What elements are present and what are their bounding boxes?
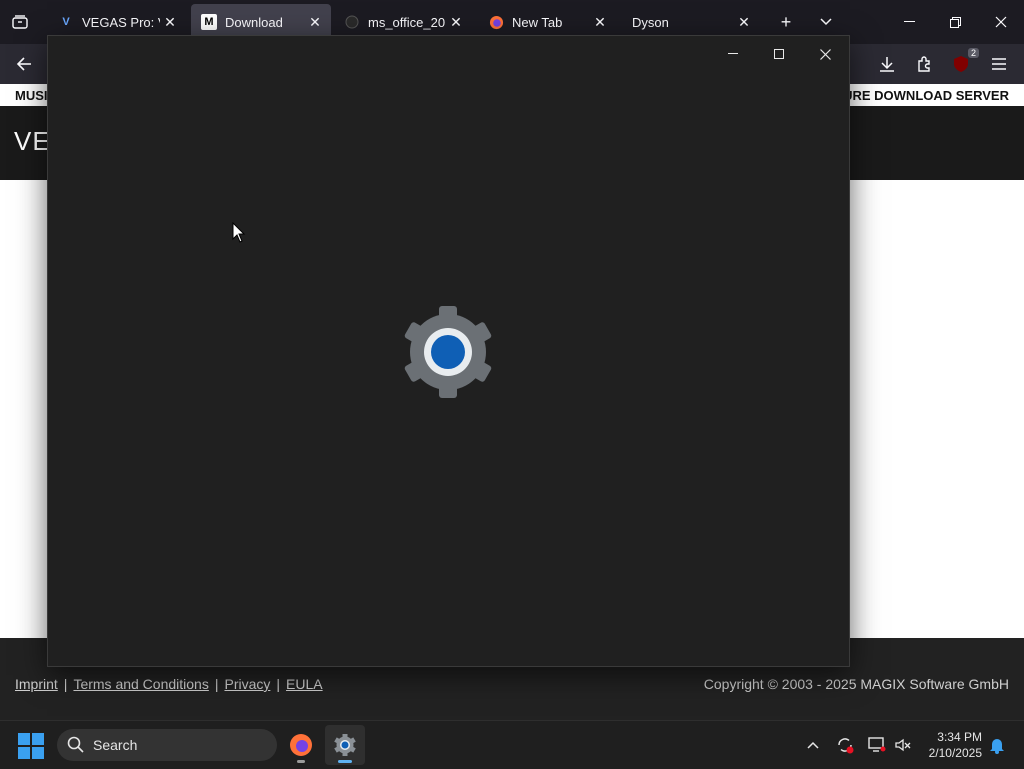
mouse-cursor-icon — [232, 222, 246, 243]
back-arrow-icon[interactable] — [10, 50, 38, 78]
close-browser-icon[interactable] — [978, 0, 1024, 44]
minimize-browser-icon[interactable] — [886, 0, 932, 44]
gear-center-dot — [431, 335, 465, 369]
close-tab-icon[interactable]: ✕ — [590, 14, 610, 31]
vegas-favicon-icon: V — [62, 16, 70, 28]
footer-links: Imprint | Terms and Conditions | Privacy | EUL… — [15, 676, 323, 692]
close-tab-icon[interactable]: ✕ — [734, 14, 754, 31]
gear-icon — [404, 306, 492, 398]
tab-overview-icon[interactable] — [6, 8, 34, 36]
app-running-indicator — [297, 760, 305, 763]
close-tab-icon[interactable]: ✕ — [160, 14, 180, 31]
network-status-icon[interactable] — [866, 733, 888, 757]
ublock-origin-icon[interactable]: 2 — [947, 48, 979, 78]
settings-gear-icon — [334, 734, 356, 756]
close-window-icon[interactable] — [802, 38, 848, 70]
clock-time: 3:34 PM — [937, 730, 982, 744]
clock-date: 2/10/2025 — [928, 746, 982, 760]
taskbar-search-box[interactable]: Search — [57, 729, 277, 761]
github-icon — [344, 14, 360, 30]
firefox-icon — [290, 734, 312, 756]
imprint-link[interactable]: Imprint — [15, 676, 58, 692]
firefox-icon — [488, 14, 504, 30]
extension-badge-count: 2 — [967, 48, 979, 58]
settings-splash-window — [47, 35, 850, 667]
search-placeholder: Search — [93, 737, 138, 753]
tab-title: Dyson — [632, 14, 669, 30]
search-icon — [67, 736, 84, 753]
downloads-icon[interactable] — [873, 50, 901, 78]
notification-bell-icon[interactable] — [986, 733, 1008, 757]
sync-alert-icon[interactable] — [834, 733, 856, 757]
app-active-indicator — [338, 760, 352, 763]
windows-start-icon[interactable] — [18, 733, 44, 759]
tab-title: Download — [225, 14, 283, 30]
hamburger-menu-icon[interactable] — [985, 50, 1013, 78]
tab-title: ms_office_2010_ — [368, 14, 446, 30]
eula-link[interactable]: EULA — [286, 676, 323, 692]
minimize-window-icon[interactable] — [710, 38, 756, 70]
volume-muted-icon[interactable] — [892, 733, 914, 757]
new-tab-plus-icon[interactable]: + — [772, 8, 800, 36]
magix-favicon-icon: M — [201, 14, 217, 30]
maximize-window-icon[interactable] — [756, 38, 802, 70]
privacy-link[interactable]: Privacy — [224, 676, 270, 692]
terms-link[interactable]: Terms and Conditions — [73, 676, 208, 692]
extensions-puzzle-icon[interactable] — [910, 50, 938, 78]
taskbar-firefox-app[interactable] — [281, 725, 321, 765]
tab-title: New Tab — [512, 14, 563, 30]
windows-taskbar: Search 3:34 PM 2/10/2025 — [0, 720, 1024, 769]
tab-title: VEGAS Pro: Vide — [82, 14, 160, 30]
close-tab-icon[interactable]: ✕ — [446, 14, 466, 31]
taskbar-clock[interactable]: 3:34 PM 2/10/2025 — [918, 729, 982, 761]
taskbar-settings-app[interactable] — [325, 725, 365, 765]
copyright-text: Copyright © 2003 - 2025 MAGIX Software G… — [703, 676, 1009, 692]
restore-browser-icon[interactable] — [932, 0, 978, 44]
close-tab-icon[interactable]: ✕ — [305, 14, 325, 31]
list-all-tabs-chevron-icon[interactable] — [812, 8, 840, 36]
show-hidden-icons-chevron-icon[interactable] — [804, 733, 822, 757]
